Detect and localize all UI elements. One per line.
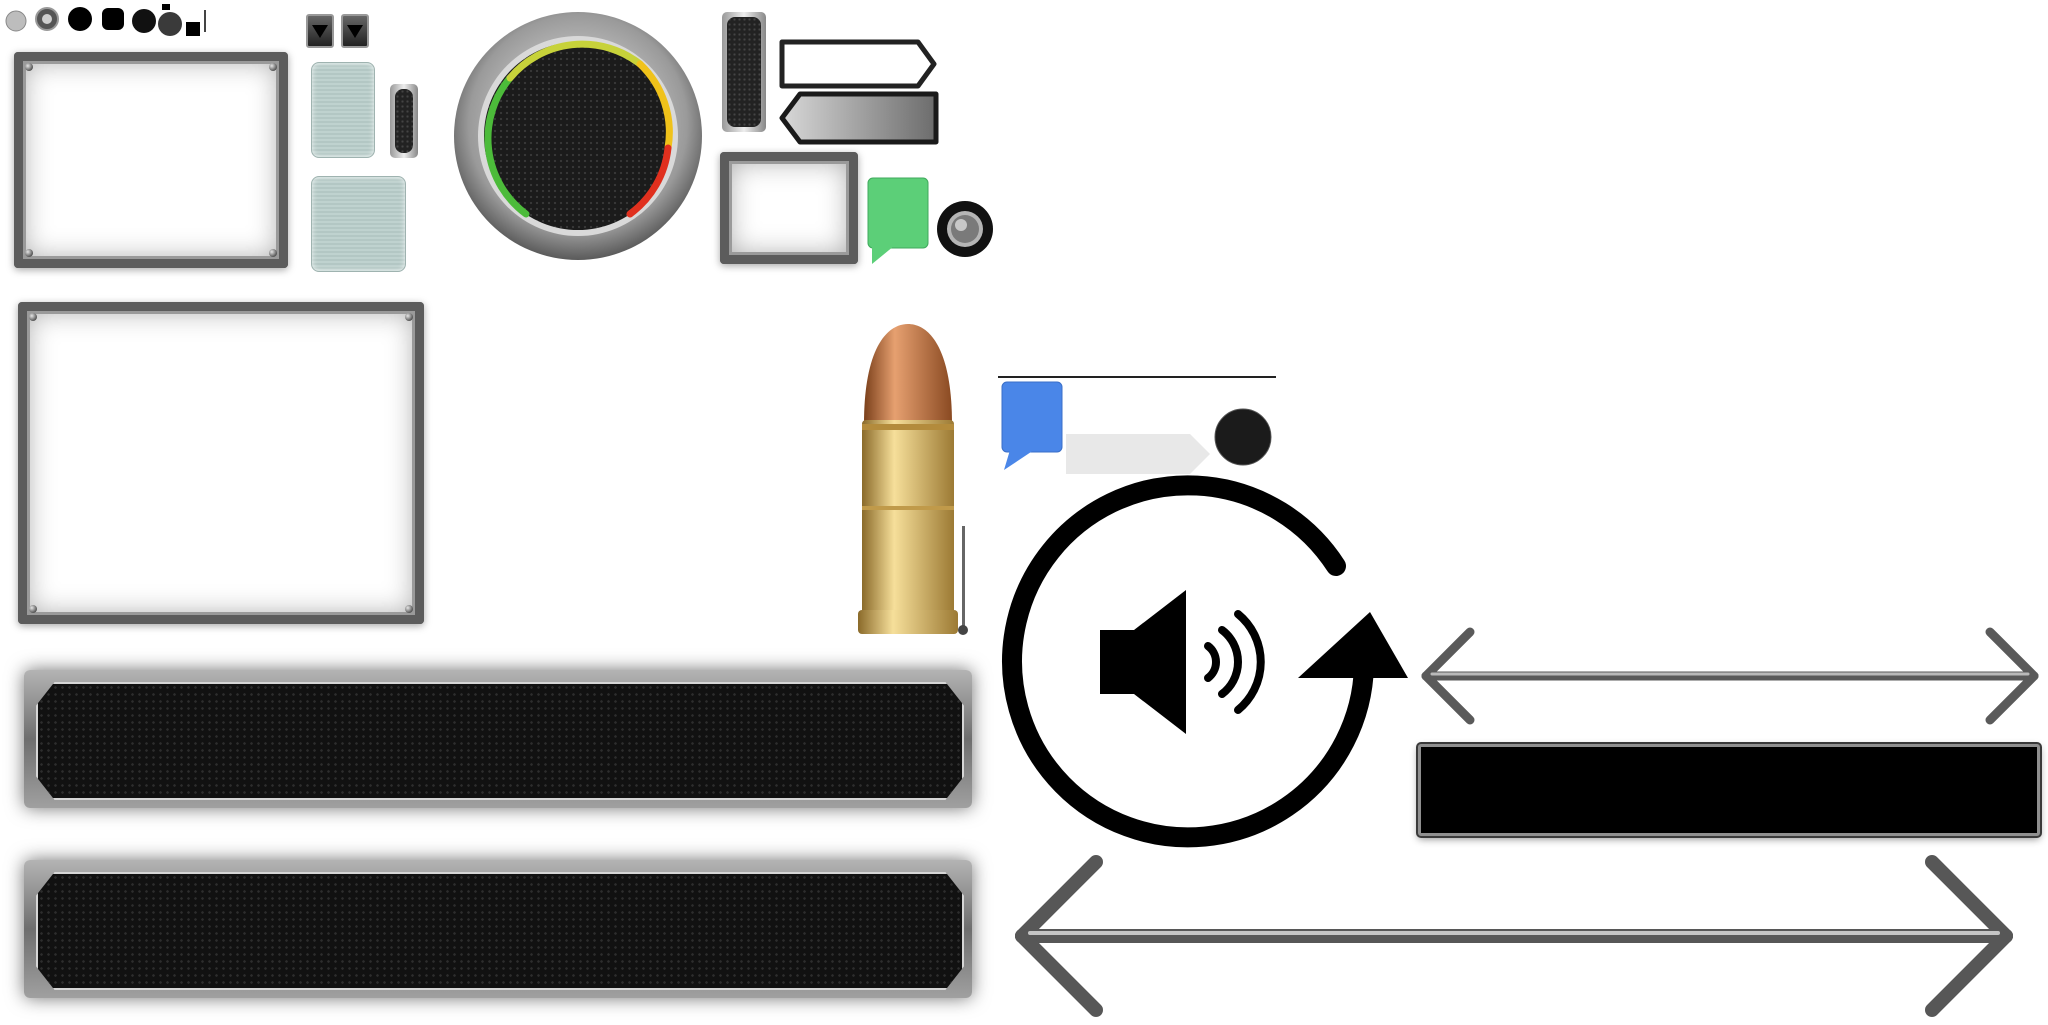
small-sprite-row xyxy=(4,4,204,38)
dropdown-arrow-button-1[interactable] xyxy=(306,14,334,48)
black-dot-large-icon xyxy=(132,9,156,33)
metal-knob[interactable] xyxy=(936,200,994,258)
pale-tile-2[interactable] xyxy=(311,176,406,272)
dark-panel-bar-2 xyxy=(24,860,972,998)
dark-mesh-circle xyxy=(1214,408,1272,466)
arrow-tag-outline-icon xyxy=(779,39,937,89)
chat-bubble-blue-icon xyxy=(1001,381,1063,470)
rivet-icon xyxy=(25,249,33,257)
grey-dot-icon xyxy=(5,10,27,32)
bullet-icon xyxy=(858,324,968,635)
black-dot-icon xyxy=(68,7,92,31)
speaker-refresh-icon xyxy=(1002,475,1408,848)
rounded-square-icon xyxy=(102,8,124,30)
arrow-tag-filled-icon xyxy=(779,91,939,145)
steel-dot-inner-icon xyxy=(42,14,52,24)
rivet-icon xyxy=(269,249,277,257)
rivet-icon xyxy=(269,63,277,71)
vertical-slot-large-inner xyxy=(727,17,761,127)
chat-bubble-blue[interactable] xyxy=(1000,380,1064,472)
pale-tile-1[interactable] xyxy=(311,62,375,158)
steel-frame-large xyxy=(18,302,424,624)
double-arrow-bottom[interactable] xyxy=(1004,852,2024,1020)
arrow-tag-outline[interactable] xyxy=(778,38,938,90)
tiny-square-icon xyxy=(162,4,170,10)
rivet-icon xyxy=(25,63,33,71)
speaker-refresh[interactable] xyxy=(990,470,1410,860)
grey-arrow-tag-icon xyxy=(1066,434,1210,474)
grey-arrow-tag[interactable] xyxy=(1066,434,1210,474)
small-sprite-row-svg xyxy=(5,4,200,36)
rivet-icon xyxy=(405,605,413,613)
bullet xyxy=(858,320,970,646)
rivet-icon xyxy=(405,313,413,321)
chat-bubble-icon xyxy=(867,177,929,264)
dark-panel-bar-1-inner xyxy=(36,682,964,800)
dark-panel-bar-1 xyxy=(24,670,972,808)
dark-grey-dot-icon xyxy=(158,12,182,36)
arrow-tag-filled[interactable] xyxy=(778,90,940,146)
rivet-icon xyxy=(29,605,37,613)
double-arrow-icon xyxy=(1421,627,2039,725)
thin-horizontal-line xyxy=(998,376,1276,378)
black-plate xyxy=(1418,744,2040,836)
gauge-dial xyxy=(450,8,706,264)
vertical-slot-small-inner xyxy=(395,89,413,153)
metal-knob-icon xyxy=(937,201,993,257)
dropdown-arrow-button-2[interactable] xyxy=(341,14,369,48)
small-square-icon xyxy=(186,22,200,36)
dark-panel-bar-2-inner xyxy=(36,872,964,990)
rivet-icon xyxy=(29,313,37,321)
dropdown-arrow-icon xyxy=(312,25,328,38)
gauge-dial-icon xyxy=(454,12,702,260)
vertical-slot-large xyxy=(722,12,766,132)
thin-vertical-line xyxy=(204,10,206,32)
double-arrow-top[interactable] xyxy=(1414,624,2046,728)
steel-frame-small xyxy=(14,52,288,268)
steel-frame-mini xyxy=(720,152,858,264)
dropdown-arrow-icon xyxy=(347,25,363,38)
double-arrow-large-icon xyxy=(1015,855,2013,1017)
dark-mesh-circle-icon xyxy=(1214,408,1272,466)
chat-bubble-green[interactable] xyxy=(866,176,930,268)
vertical-slot-small xyxy=(390,84,418,158)
